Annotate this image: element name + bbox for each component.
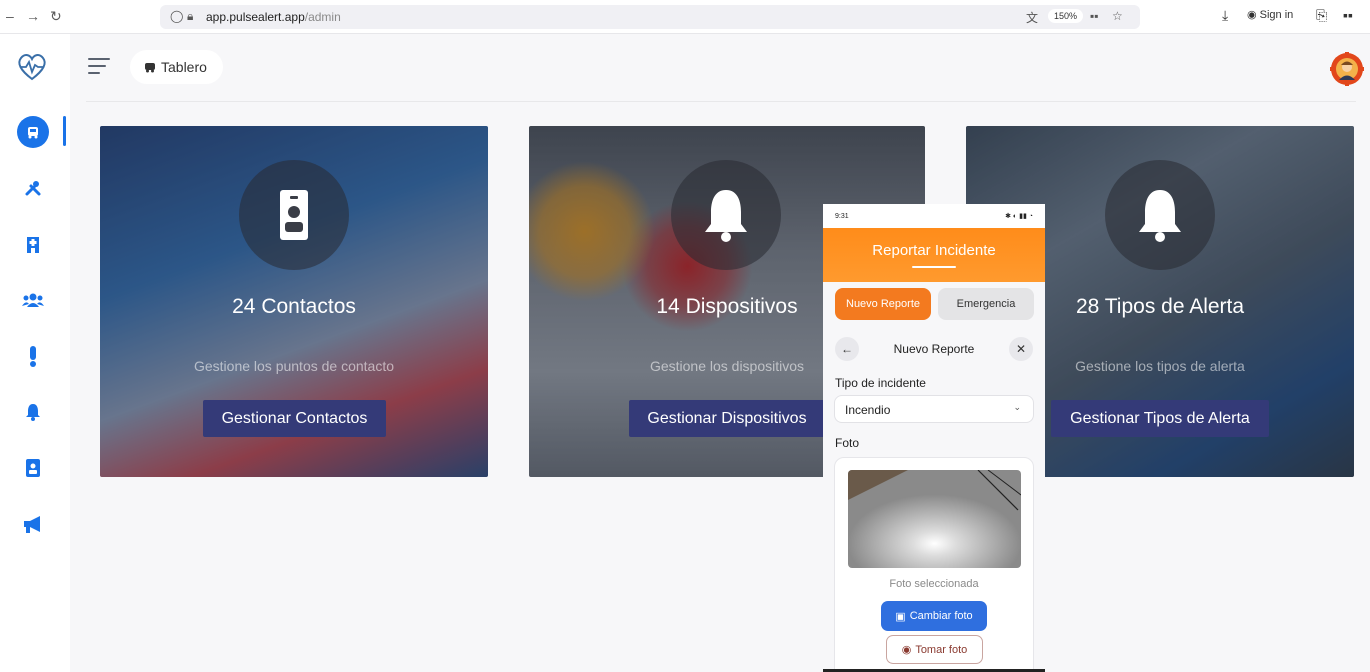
shield-icon[interactable]: ◯ <box>170 9 183 23</box>
contact-card-icon <box>280 190 308 240</box>
extensions-icon[interactable]: ▪▪ <box>1090 9 1099 23</box>
photo-container: Foto seleccionada ▣ Cambiar foto ◉ Tomar… <box>834 457 1034 672</box>
breadcrumb-label: Tablero <box>161 59 207 75</box>
lock-icon[interactable]: 🔒︎ <box>187 9 193 24</box>
user-avatar[interactable] <box>1330 52 1364 86</box>
status-icons: ✱ ◐ ▮▮ ◔ <box>1005 213 1033 220</box>
photo-caption: Foto seleccionada <box>889 578 979 590</box>
sidebar-item-alerts[interactable] <box>17 340 49 372</box>
ambulance-icon <box>28 127 38 139</box>
bell-icon <box>705 190 747 242</box>
forward-icon[interactable]: → <box>26 8 40 24</box>
contact-card-icon <box>26 459 40 477</box>
incident-type-select[interactable]: Incendio ⌄ <box>834 395 1034 423</box>
incident-type-value: Incendio <box>845 403 891 417</box>
browser-toolbar: – → ↻ ◯ 🔒︎ app.pulsealert.app/admin 文 15… <box>0 0 1370 34</box>
devices-icon-circle <box>671 160 781 270</box>
card-description: Gestione los puntos de contacto <box>193 358 395 374</box>
image-icon: ▣ <box>895 610 906 623</box>
report-title: Reportar Incidente <box>872 242 996 259</box>
tools-icon <box>25 181 41 196</box>
phone-status-bar: 9:31 ✱ ◐ ▮▮ ◔ <box>823 204 1045 228</box>
sidebar-item-dashboard[interactable] <box>17 116 49 148</box>
report-tabs: Nuevo Reporte Emergencia <box>835 288 1034 320</box>
selected-photo <box>848 470 1021 568</box>
translate-icon[interactable]: 文 <box>1026 9 1038 26</box>
sidebar-item-contacts[interactable] <box>17 452 49 484</box>
bell-icon <box>1139 190 1181 242</box>
active-indicator <box>63 116 66 146</box>
reload-icon[interactable]: ↻ <box>50 8 62 25</box>
sidebar-item-announcements[interactable] <box>17 508 49 540</box>
close-button[interactable]: ✕ <box>1009 337 1033 361</box>
signin-label: Sign in <box>1259 9 1294 21</box>
heartbeat-logo-icon[interactable] <box>16 52 48 82</box>
sidebar-item-notifications[interactable] <box>17 396 49 428</box>
title-underline <box>912 266 956 268</box>
header-divider <box>86 101 1356 102</box>
card-count: 24 Contactos <box>232 295 356 318</box>
close-icon: ✕ <box>1015 342 1027 356</box>
chevron-down-icon: ⌄ <box>1013 402 1021 412</box>
ambulance-icon <box>145 62 155 72</box>
arrow-left-icon: ← <box>841 342 853 356</box>
bookmark-star-icon[interactable]: ☆ <box>1112 9 1123 23</box>
users-icon <box>22 293 44 307</box>
download-icon[interactable]: ⤓ <box>1222 7 1228 24</box>
sidebar-item-buildings[interactable] <box>17 228 49 260</box>
zoom-level[interactable]: 150% <box>1048 9 1084 23</box>
photo-image <box>848 470 1021 568</box>
sidebar-item-users[interactable] <box>17 284 49 316</box>
report-header: Reportar Incidente <box>823 228 1045 282</box>
tab-new-report[interactable]: Nuevo Reporte <box>835 288 931 320</box>
url-text[interactable]: app.pulsealert.app/admin <box>206 10 341 24</box>
hospital-icon <box>27 237 39 253</box>
menu-toggle-button[interactable] <box>88 58 110 74</box>
manage-contacts-button[interactable]: Gestionar Contactos <box>203 400 386 437</box>
signin-button[interactable]: ◉ Sign in <box>1247 8 1293 21</box>
take-photo-label: Tomar foto <box>915 643 968 656</box>
bell-icon <box>26 404 40 421</box>
change-photo-label: Cambiar foto <box>909 610 973 622</box>
contacts-icon-circle <box>239 160 349 270</box>
address-bar[interactable]: ◯ 🔒︎ app.pulsealert.app/admin 文 150% ▪▪ … <box>160 5 1140 29</box>
form-title: Nuevo Reporte <box>893 342 975 356</box>
alert-types-icon-circle <box>1105 160 1215 270</box>
tab-emergency[interactable]: Emergencia <box>938 288 1034 320</box>
sidebar <box>0 34 70 672</box>
share-icon[interactable]: ⎘ <box>1316 7 1327 24</box>
contacts-card: 24 Contactos Gestione los puntos de cont… <box>100 126 488 477</box>
mobile-report-panel: 9:31 ✱ ◐ ▮▮ ◔ Reportar Incidente Nuevo R… <box>823 204 1045 672</box>
sidebar-item-tools[interactable] <box>17 172 49 204</box>
menu-icon[interactable]: ▪▪ <box>1343 7 1353 23</box>
back-icon[interactable]: – <box>6 8 14 24</box>
camera-icon: ◉ <box>901 644 912 656</box>
manage-alert-types-button[interactable]: Gestionar Tipos de Alerta <box>1051 400 1269 437</box>
breadcrumb[interactable]: Tablero <box>130 50 223 84</box>
incident-type-label: Tipo de incidente <box>835 376 926 390</box>
form-subheader: Nuevo Reporte ← ✕ <box>833 337 1035 363</box>
manage-devices-button[interactable]: Gestionar Dispositivos <box>629 400 825 437</box>
take-photo-button[interactable]: ◉ Tomar foto <box>886 635 983 664</box>
photo-label: Foto <box>835 436 860 450</box>
change-photo-button[interactable]: ▣ Cambiar foto <box>881 601 987 631</box>
back-button[interactable]: ← <box>835 337 859 361</box>
exclamation-icon <box>30 346 36 367</box>
phone-time: 9:31 <box>835 212 849 220</box>
megaphone-icon <box>24 516 40 533</box>
